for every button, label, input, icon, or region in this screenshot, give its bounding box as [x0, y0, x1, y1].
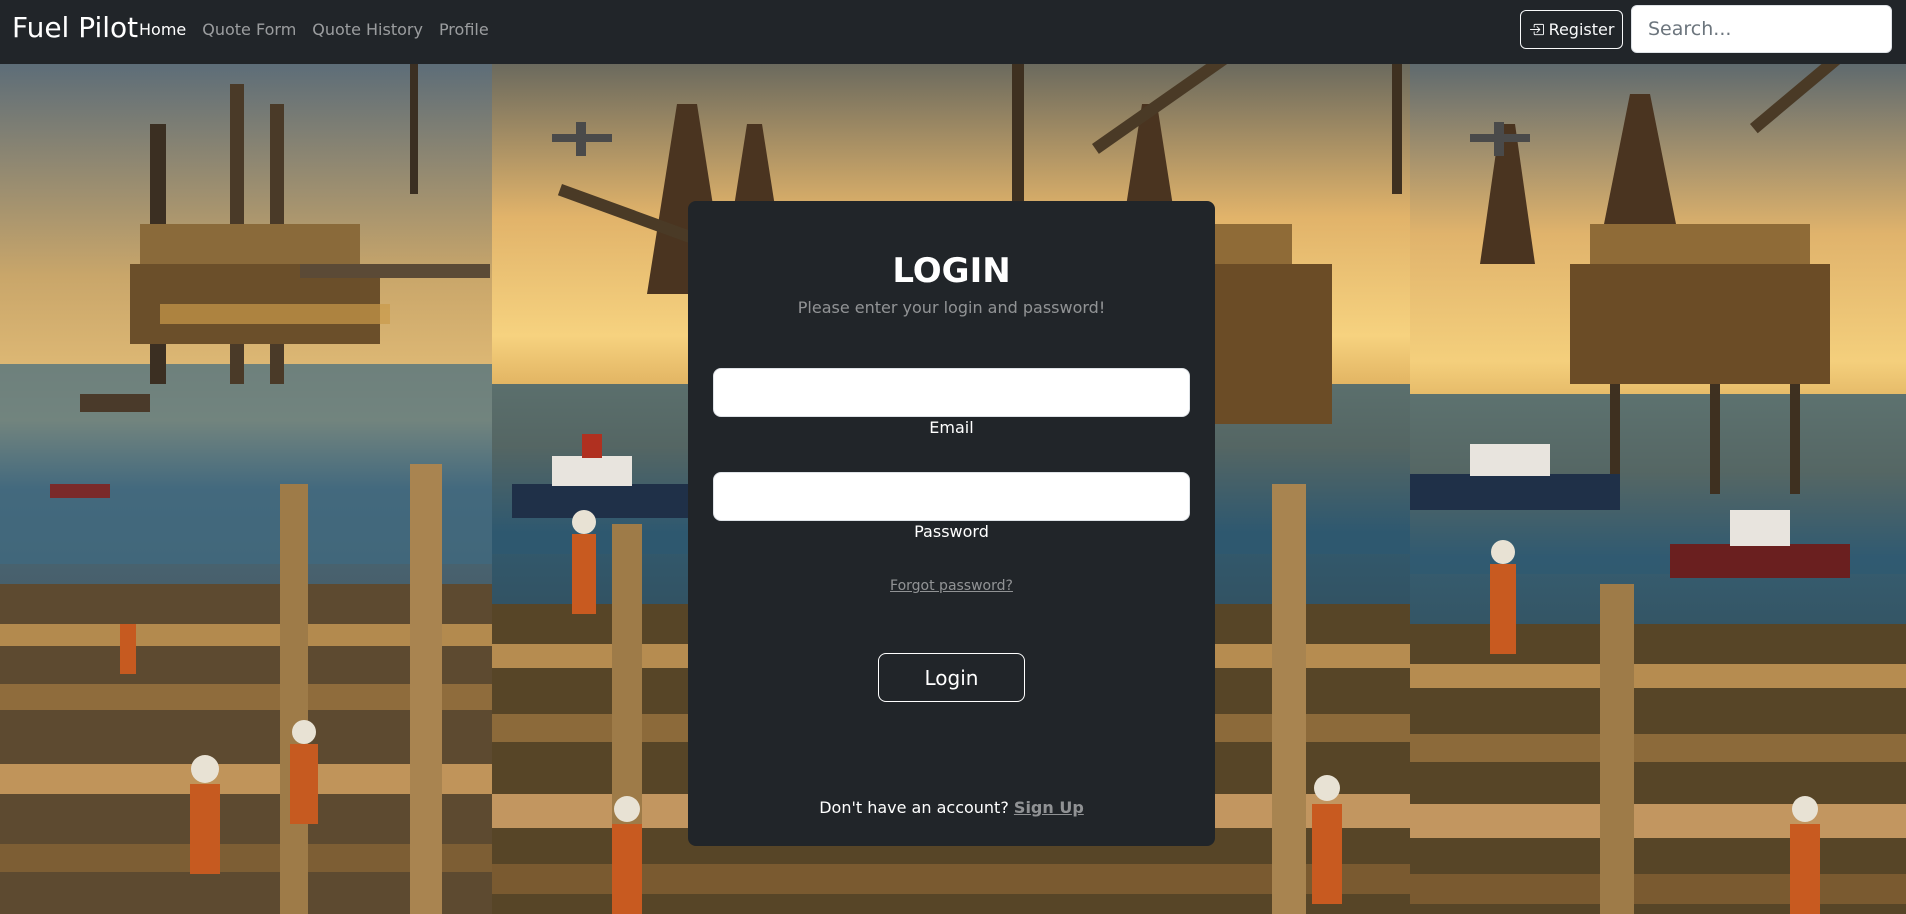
nav-link-home[interactable]: Home: [139, 19, 186, 41]
signup-prompt: Don't have an account? Sign Up: [688, 798, 1215, 817]
login-button[interactable]: Login: [878, 653, 1025, 702]
forgot-password-link[interactable]: Forgot password?: [688, 578, 1215, 594]
login-card: LOGIN Please enter your login and passwo…: [688, 201, 1215, 846]
sign-in-icon: [1529, 23, 1544, 36]
signup-link[interactable]: Sign Up: [1014, 798, 1084, 817]
nav-link-quote-form[interactable]: Quote Form: [202, 19, 296, 41]
nav-link-quote-history[interactable]: Quote History: [312, 19, 423, 41]
search-input[interactable]: [1631, 5, 1892, 53]
brand-logo[interactable]: Fuel Pilot: [12, 8, 138, 48]
background-tile: [1410, 64, 1906, 914]
signup-prompt-text: Don't have an account?: [819, 798, 1009, 817]
navbar: Fuel Pilot Home Quote Form Quote History…: [0, 0, 1906, 64]
password-label: Password: [914, 522, 989, 541]
login-subtitle: Please enter your login and password!: [797, 298, 1106, 317]
email-label: Email: [929, 418, 974, 437]
background-tile: [0, 64, 492, 914]
password-field[interactable]: [713, 472, 1190, 521]
email-field[interactable]: [713, 368, 1190, 417]
register-label: Register: [1548, 20, 1615, 39]
nav-links: Home Quote Form Quote History Profile: [139, 19, 505, 41]
register-button[interactable]: Register: [1520, 10, 1623, 49]
login-title: LOGIN: [892, 251, 1011, 291]
nav-link-profile[interactable]: Profile: [439, 19, 489, 41]
